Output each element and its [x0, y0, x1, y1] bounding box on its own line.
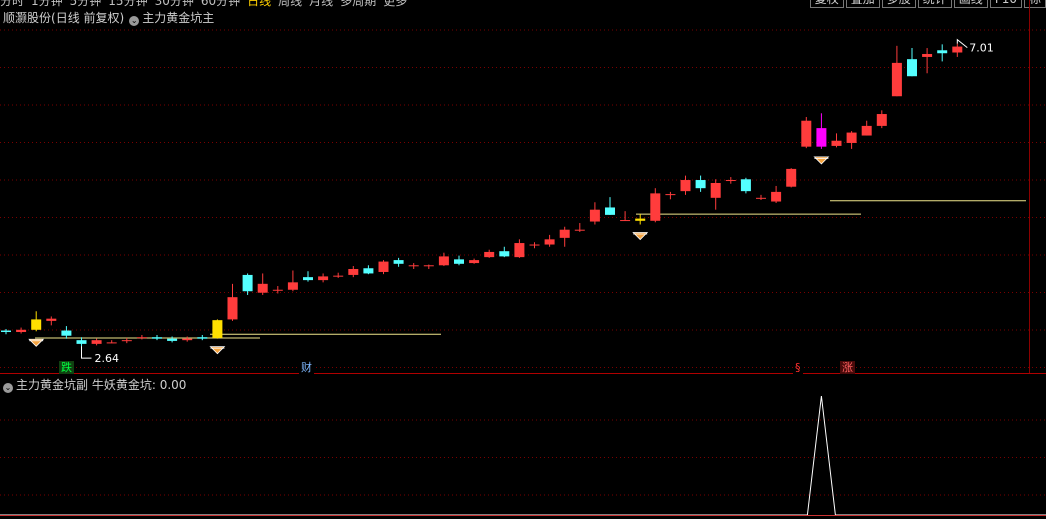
candle-body [333, 275, 344, 277]
candle-body [197, 337, 208, 339]
candle-body [544, 239, 555, 245]
candle-body [121, 340, 132, 342]
candle-body [423, 265, 434, 267]
candle-body [635, 218, 646, 221]
candle-body [136, 337, 147, 339]
candle-body [212, 320, 223, 338]
candle-body [61, 330, 72, 336]
candle-body [801, 120, 812, 147]
candle-body [303, 277, 313, 281]
candle-body [574, 229, 585, 231]
candle-body [272, 289, 283, 291]
candle-body [861, 125, 872, 136]
candle-body [605, 207, 615, 215]
candle-body [514, 243, 525, 258]
candle-body [46, 318, 57, 321]
candle-body [227, 297, 238, 320]
gold-pit-diamond-icon [28, 338, 45, 347]
candle-body [182, 338, 193, 341]
candle-body [922, 53, 933, 57]
low-price-label: 2.64 [95, 352, 120, 365]
signal-marker: 跌 [59, 361, 74, 374]
candle-body [76, 340, 87, 344]
high-price-label: 7.01 [969, 42, 994, 55]
candle-body [408, 265, 419, 267]
candle-body [287, 282, 298, 290]
candle-body [31, 319, 42, 330]
candle-body [710, 182, 721, 198]
candle-body [559, 229, 570, 238]
candle-body [876, 114, 887, 126]
candle-body [786, 168, 797, 187]
candle-body [257, 283, 268, 293]
gold-pit-diamond-icon [813, 156, 830, 165]
signal-marker: § [793, 361, 803, 374]
candle-body [620, 220, 631, 222]
candle-body [937, 50, 948, 54]
candle-body [650, 193, 661, 221]
candle-body [952, 46, 963, 53]
candle-body [891, 62, 902, 97]
candle-body [469, 260, 480, 264]
candle-body [725, 180, 736, 182]
candle-body [665, 194, 676, 196]
gold-pit-diamond-icon [209, 346, 226, 355]
candle-body [16, 329, 27, 333]
candle-body [499, 251, 510, 257]
candle-body [816, 128, 827, 147]
candle-body [454, 259, 464, 264]
candle-body [152, 337, 162, 339]
candle-body [106, 342, 117, 344]
candle-body [484, 251, 495, 258]
sub-indicator-line [0, 395, 1046, 516]
low-price-pointer [81, 346, 92, 359]
candle-body [589, 209, 600, 222]
candle-body [756, 197, 766, 199]
candle-body [846, 132, 857, 143]
signal-marker: 涨 [840, 361, 855, 374]
candle-body [907, 59, 917, 77]
candle-body [91, 340, 102, 344]
candle-body [695, 180, 706, 189]
candle-body [393, 260, 404, 264]
candle-body [318, 276, 329, 281]
candle-body [680, 180, 691, 192]
candle-body [167, 338, 178, 341]
candle-body [831, 140, 842, 146]
candle-body [1, 330, 11, 333]
candle-body [242, 274, 253, 292]
kline-chart[interactable]: 7.01 2.64 [0, 0, 1046, 519]
gold-pit-diamond-icon [632, 232, 649, 241]
candle-body [771, 191, 782, 202]
candle-body [438, 256, 449, 266]
candle-body [740, 179, 751, 192]
signal-marker: 财 [299, 361, 314, 374]
candle-body [378, 261, 389, 272]
candle-body [529, 244, 540, 246]
candle-body [348, 268, 359, 275]
candle-body [363, 268, 374, 274]
high-price-pointer [956, 38, 968, 48]
